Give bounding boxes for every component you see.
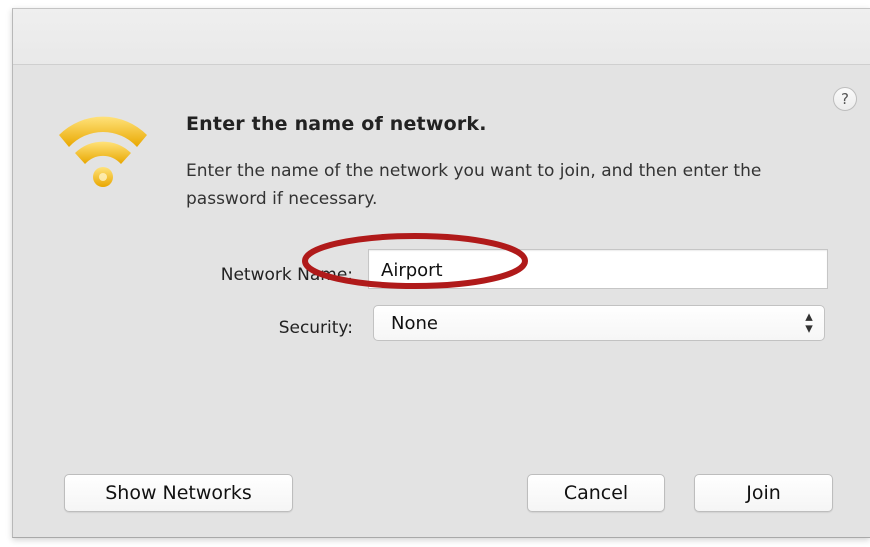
wifi-icon [59, 116, 147, 187]
help-icon: ? [841, 90, 849, 108]
screenshot-stage: ? Enter the name of network. Enter the n… [0, 0, 870, 547]
join-button[interactable]: Join [694, 474, 833, 512]
dialog-heading: Enter the name of network. [186, 113, 487, 135]
security-select[interactable]: None ▴ ▾ [373, 305, 825, 341]
join-network-dialog: ? Enter the name of network. Enter the n… [12, 8, 870, 538]
dialog-titlebar [13, 9, 870, 65]
security-value: None [391, 313, 438, 334]
show-networks-button[interactable]: Show Networks [64, 474, 293, 512]
security-label: Security: [278, 318, 353, 338]
cancel-button[interactable]: Cancel [527, 474, 665, 512]
dialog-description: Enter the name of the network you want t… [186, 161, 762, 209]
network-name-input[interactable]: Airport [368, 249, 828, 289]
network-name-value: Airport [381, 260, 443, 281]
help-button[interactable]: ? [833, 87, 857, 111]
up-down-chevron-icon: ▴ ▾ [805, 307, 813, 337]
network-name-label: Network Name: [220, 265, 353, 285]
